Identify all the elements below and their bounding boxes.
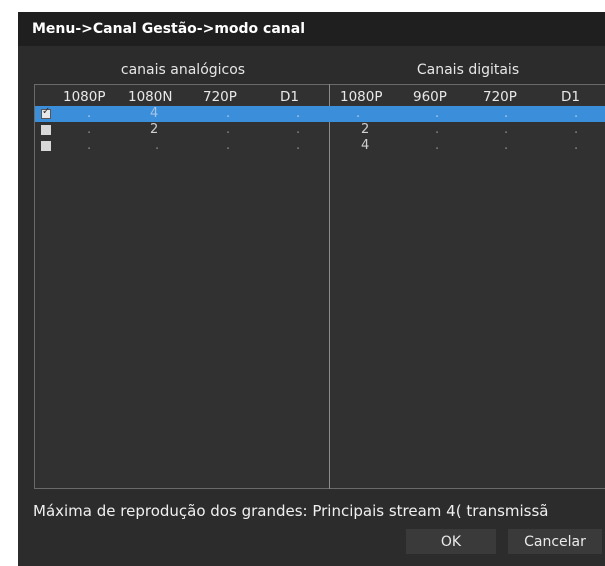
row-checkbox[interactable]	[41, 106, 51, 119]
cell-analog-720p: .	[226, 138, 231, 153]
cell-digital-d1: .	[574, 138, 579, 153]
cell-analog-720p: .	[226, 106, 231, 121]
cell-analog-1080n: .	[155, 138, 160, 153]
cell-digital-1080p: 4	[361, 138, 370, 153]
cell-digital-720p: .	[504, 138, 509, 153]
table-row[interactable]: . 4 . . . . . .	[35, 106, 605, 122]
cancel-button[interactable]: Cancelar	[508, 529, 602, 554]
dialog-title: Menu->Canal Gestão->modo canal	[18, 12, 605, 46]
cell-analog-d1: .	[296, 138, 301, 153]
cell-digital-1080p: 2	[361, 122, 370, 137]
column-header-analog-1080n: 1080N	[128, 89, 173, 105]
cell-analog-1080p: .	[87, 122, 92, 137]
column-header-digital-1080p: 1080P	[340, 89, 383, 105]
cell-analog-720p: .	[226, 122, 231, 137]
cell-analog-1080n: 2	[150, 122, 159, 137]
cell-digital-960p: .	[435, 138, 440, 153]
cell-digital-720p: .	[504, 106, 509, 121]
cell-analog-1080p: .	[87, 106, 92, 121]
channel-mode-dialog: Menu->Canal Gestão->modo canal canais an…	[18, 12, 605, 566]
ok-button[interactable]: OK	[406, 529, 496, 554]
table-row[interactable]: . 2 . . 2 . . .	[35, 122, 605, 138]
column-header-analog-720p: 720P	[203, 89, 237, 105]
cell-analog-d1: .	[296, 122, 301, 137]
cell-digital-960p: .	[435, 106, 440, 121]
cell-analog-d1: .	[296, 106, 301, 121]
row-checkbox[interactable]	[41, 141, 51, 151]
cell-digital-d1: .	[574, 106, 579, 121]
cell-digital-d1: .	[574, 122, 579, 137]
column-header-digital-d1: D1	[561, 89, 580, 105]
column-header-analog-1080p: 1080P	[63, 89, 106, 105]
analog-channels-header: canais analógicos	[120, 62, 246, 78]
cell-analog-1080p: .	[87, 138, 92, 153]
column-header-analog-d1: D1	[280, 89, 299, 105]
digital-channels-header: Canais digitais	[416, 62, 520, 78]
max-playback-info: Máxima de reprodução dos grandes: Princi…	[33, 502, 549, 520]
cell-digital-960p: .	[435, 122, 440, 137]
table-row[interactable]: . . . . 4 . . .	[35, 138, 605, 154]
cell-digital-1080p: .	[356, 106, 361, 121]
column-header-digital-960p: 960P	[413, 89, 447, 105]
column-header-digital-720p: 720P	[483, 89, 517, 105]
cell-analog-1080n: 4	[150, 106, 159, 121]
cell-digital-720p: .	[504, 122, 509, 137]
row-checkbox[interactable]	[41, 125, 51, 135]
